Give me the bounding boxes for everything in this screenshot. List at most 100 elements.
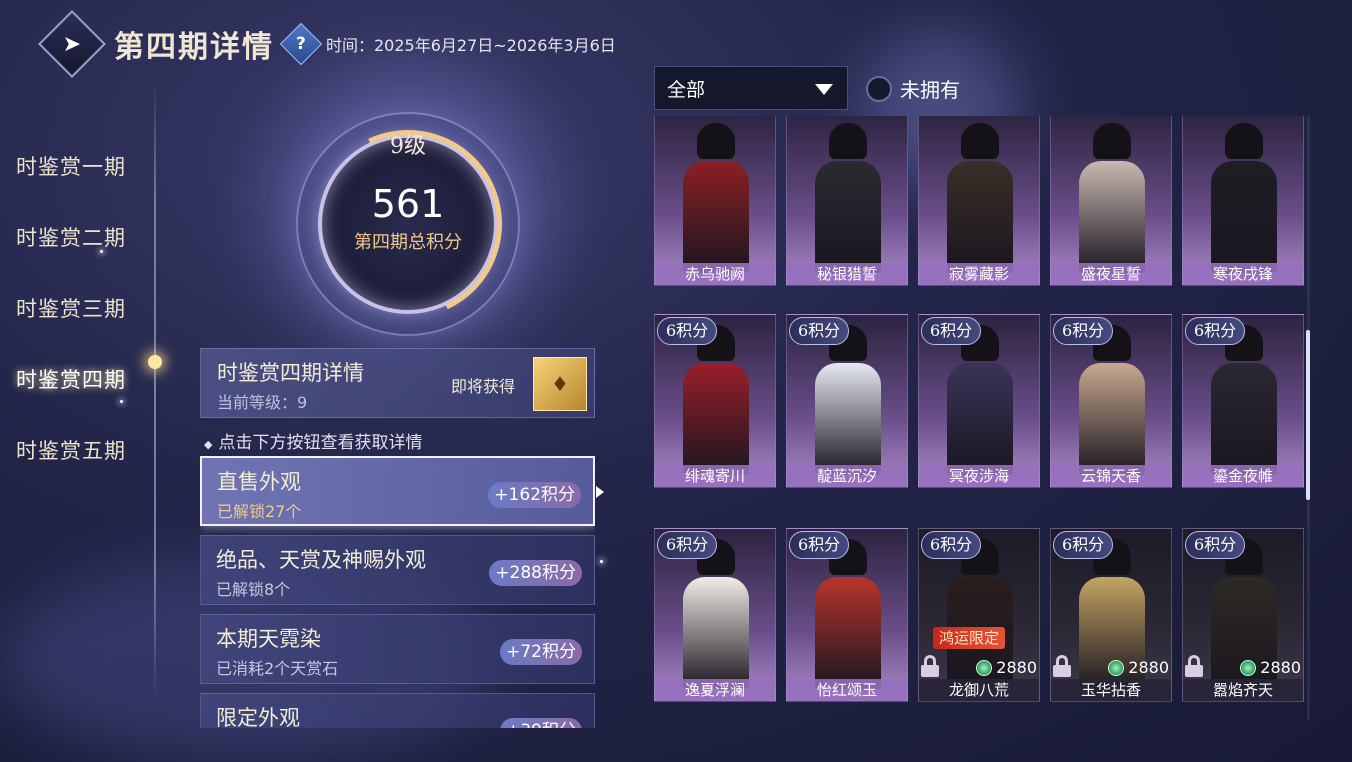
outfit-figure bbox=[813, 539, 883, 689]
outfit-figure bbox=[813, 325, 883, 475]
category-name: 绝品、天赏及神赐外观 bbox=[216, 548, 426, 572]
outfit-figure bbox=[1077, 325, 1147, 475]
outfit-name: 鎏金夜帷 bbox=[1183, 465, 1303, 487]
lock-icon bbox=[1185, 655, 1203, 677]
points-badge: 6积分 bbox=[1053, 531, 1114, 559]
outfit-figure bbox=[945, 123, 1015, 273]
level-text: 9级 bbox=[390, 134, 426, 159]
outfit-name: 盛夜星誓 bbox=[1051, 263, 1171, 285]
outfit-name: 赤乌驰阙 bbox=[655, 263, 775, 285]
points-badge: 6积分 bbox=[789, 531, 850, 559]
category-filter-select[interactable]: 全部 bbox=[654, 66, 848, 110]
lock-icon bbox=[1053, 655, 1071, 677]
period-nav: 时鉴赏一期 时鉴赏二期 时鉴赏三期 时鉴赏四期 时鉴赏五期 bbox=[16, 130, 166, 485]
outfit-card[interactable]: 6积分靛蓝沉汐 bbox=[786, 314, 908, 488]
period-item-1[interactable]: 时鉴赏一期 bbox=[16, 130, 166, 201]
header: ➤ 第四期详情 ? 时间：2025年6月27日~2026年3月6日 bbox=[38, 10, 616, 78]
outfit-figure bbox=[681, 539, 751, 689]
page-title: 第四期详情 bbox=[114, 30, 274, 65]
hint-text: ◆ 点击下方按钮查看获取详情 bbox=[204, 433, 423, 453]
outfit-name: 绯魂寄川 bbox=[655, 465, 775, 487]
outfit-card[interactable]: 寂雾藏影 bbox=[918, 116, 1040, 286]
price: 2880 bbox=[1108, 658, 1169, 677]
price-value: 2880 bbox=[1260, 658, 1301, 677]
outfit-name: 冥夜涉海 bbox=[919, 465, 1039, 487]
category-points: +39积分 bbox=[500, 718, 582, 728]
outfit-name: 寂雾藏影 bbox=[919, 263, 1039, 285]
outfit-card[interactable]: 6积分绯魂寄川 bbox=[654, 314, 776, 488]
period-item-4[interactable]: 时鉴赏四期 bbox=[16, 343, 166, 414]
points-badge: 6积分 bbox=[657, 317, 718, 345]
points-badge: 6积分 bbox=[789, 317, 850, 345]
outfit-figure bbox=[1209, 325, 1279, 475]
category-item[interactable]: 限定外观 +39积分 bbox=[200, 693, 595, 728]
reward-item-icon[interactable]: ♦ bbox=[533, 357, 587, 411]
category-list: 直售外观 已解锁27个 +162积分 绝品、天赏及神赐外观 已解锁8个 +288… bbox=[200, 456, 595, 728]
price-value: 2880 bbox=[1128, 658, 1169, 677]
outfit-card[interactable]: 赤乌驰阙 bbox=[654, 116, 776, 286]
outfit-name: 逸夏浮澜 bbox=[655, 679, 775, 701]
outfit-name: 龙御八荒 bbox=[919, 679, 1039, 701]
detail-title: 时鉴赏四期详情 bbox=[217, 361, 364, 385]
outfit-name: 靛蓝沉汐 bbox=[787, 465, 907, 487]
outfit-name: 寒夜戌锋 bbox=[1183, 263, 1303, 285]
outfit-card[interactable]: 6积分 怡红颂玉 bbox=[786, 528, 908, 702]
not-owned-radio[interactable] bbox=[866, 75, 892, 102]
outfit-card[interactable]: 6积分鸿运限定 2880 龙御八荒 bbox=[918, 528, 1040, 702]
category-sub: 已解锁27个 bbox=[217, 502, 302, 521]
outfit-card[interactable]: 秘银猎誓 bbox=[786, 116, 908, 286]
category-item[interactable]: 本期天霓染 已消耗2个天赏石 +72积分 bbox=[200, 614, 595, 684]
outfit-card[interactable]: 盛夜星誓 bbox=[1050, 116, 1172, 286]
period-item-2[interactable]: 时鉴赏二期 bbox=[16, 201, 166, 272]
outfit-card[interactable]: 6积分冥夜涉海 bbox=[918, 314, 1040, 488]
dropdown-caret-icon bbox=[815, 84, 833, 95]
limited-tag: 鸿运限定 bbox=[933, 627, 1006, 649]
category-name: 直售外观 bbox=[217, 470, 301, 494]
outfit-name: 云锦天香 bbox=[1051, 465, 1171, 487]
help-button[interactable]: ? bbox=[279, 22, 323, 66]
current-level: 当前等级：9 bbox=[217, 393, 308, 412]
outfit-figure bbox=[813, 123, 883, 273]
active-category-arrow bbox=[596, 486, 604, 498]
category-item[interactable]: 直售外观 已解锁27个 +162积分 bbox=[200, 456, 595, 526]
points-badge: 6积分 bbox=[1185, 531, 1246, 559]
period-item-5[interactable]: 时鉴赏五期 bbox=[16, 414, 166, 485]
jade-currency-icon bbox=[1108, 659, 1125, 676]
outfit-card[interactable]: 6积分云锦天香 bbox=[1050, 314, 1172, 488]
price: 2880 bbox=[1240, 658, 1301, 677]
hint-label: 点击下方按钮查看获取详情 bbox=[218, 433, 423, 453]
back-button[interactable]: ➤ bbox=[38, 10, 106, 78]
outfit-figure bbox=[1209, 123, 1279, 273]
grid-scroll-thumb[interactable] bbox=[1306, 330, 1310, 500]
outfit-card[interactable]: 寒夜戌锋 bbox=[1182, 116, 1304, 286]
outfit-card[interactable]: 6积分逸夏浮澜 bbox=[654, 528, 776, 702]
lock-icon bbox=[921, 655, 939, 677]
total-score: 561 bbox=[371, 182, 445, 226]
outfit-figure bbox=[681, 123, 751, 273]
category-item[interactable]: 绝品、天赏及神赐外观 已解锁8个 +288积分 bbox=[200, 535, 595, 605]
back-arrow-icon: ➤ bbox=[62, 31, 82, 57]
category-sub: 已解锁8个 bbox=[216, 580, 291, 599]
points-badge: 6积分 bbox=[921, 317, 982, 345]
outfit-card[interactable]: 6积分 鎏金夜帷 bbox=[1182, 314, 1304, 488]
soon-label: 即将获得 bbox=[451, 377, 516, 396]
not-owned-filter[interactable]: 未拥有 bbox=[866, 74, 960, 103]
level-ring: 9级 561 第四期总积分 bbox=[287, 103, 529, 345]
period-time: 时间：2025年6月27日~2026年3月6日 bbox=[326, 36, 616, 55]
price: 2880 bbox=[976, 658, 1037, 677]
question-mark-icon: ? bbox=[296, 34, 306, 54]
outfit-card[interactable]: 6积分 2880 玉华拈香 bbox=[1050, 528, 1172, 702]
jade-currency-icon bbox=[1240, 659, 1257, 676]
price-value: 2880 bbox=[996, 658, 1037, 677]
total-score-label: 第四期总积分 bbox=[354, 232, 462, 253]
category-name: 限定外观 bbox=[216, 706, 300, 728]
period-item-3[interactable]: 时鉴赏三期 bbox=[16, 272, 166, 343]
outfit-name: 玉华拈香 bbox=[1051, 679, 1171, 701]
category-points: +162积分 bbox=[488, 482, 581, 508]
points-badge: 6积分 bbox=[657, 531, 718, 559]
points-badge: 6积分 bbox=[1053, 317, 1114, 345]
category-points: +288积分 bbox=[489, 560, 582, 586]
outfit-card[interactable]: 6积分 2880 嚣焰齐天 bbox=[1182, 528, 1304, 702]
points-badge: 6积分 bbox=[921, 531, 982, 559]
period-detail-card[interactable]: 时鉴赏四期详情 当前等级：9 即将获得 ♦ bbox=[200, 348, 595, 418]
